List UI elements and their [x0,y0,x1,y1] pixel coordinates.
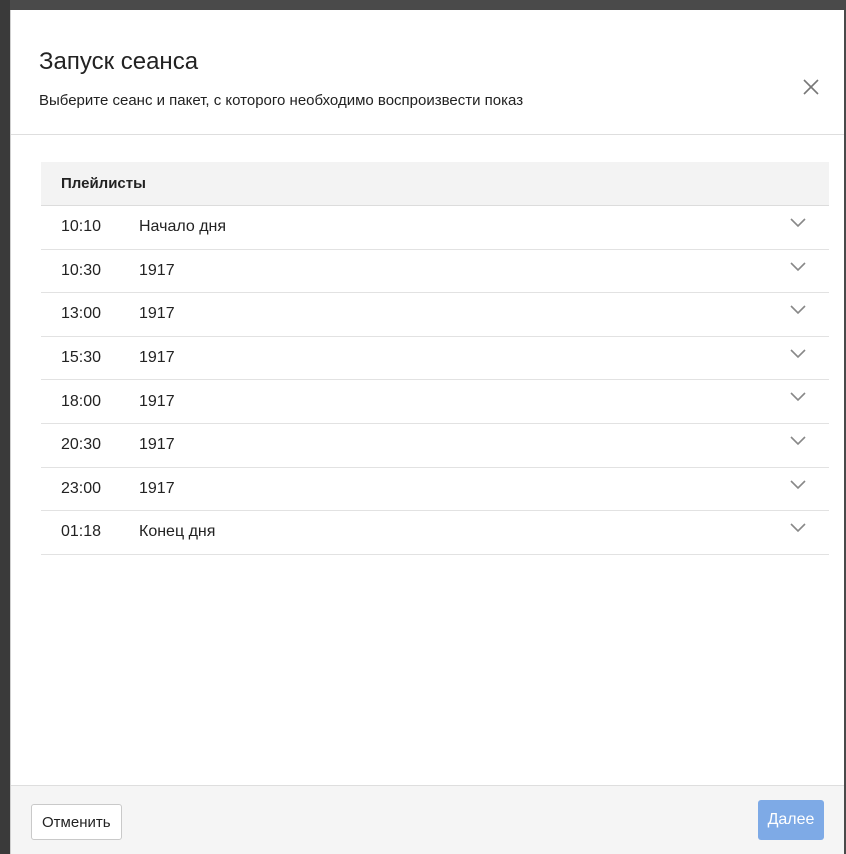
dialog-header: Запуск сеанса Выберите сеанс и пакет, с … [11,10,844,135]
playlist-row[interactable]: 20:30 1917 [41,424,829,468]
dialog-title: Запуск сеанса [39,48,199,75]
close-button[interactable] [800,76,822,98]
chevron-down-icon[interactable] [789,522,807,534]
playlist-row[interactable]: 18:00 1917 [41,380,829,424]
chevron-down-icon[interactable] [789,261,807,273]
row-name: 1917 [139,305,175,323]
playlist-row[interactable]: 10:10 Начало дня [41,206,829,250]
next-button[interactable]: Далее [758,800,824,840]
cancel-button[interactable]: Отменить [31,804,122,840]
row-name: 1917 [139,261,175,279]
row-time: 15:30 [61,349,102,367]
playlist-row[interactable]: 23:00 1917 [41,468,829,512]
row-name: 1917 [139,392,175,410]
row-name: 1917 [139,479,175,497]
row-time: 10:30 [61,261,102,279]
dialog-subtitle: Выберите сеанс и пакет, с которого необх… [39,92,524,109]
chevron-down-icon[interactable] [789,435,807,447]
chevron-down-icon[interactable] [789,479,807,491]
start-session-dialog: Запуск сеанса Выберите сеанс и пакет, с … [10,10,844,854]
playlist-row[interactable]: 13:00 1917 [41,293,829,337]
playlist-row[interactable]: 10:30 1917 [41,250,829,294]
row-time: 10:10 [61,218,102,236]
chevron-down-icon[interactable] [789,348,807,360]
row-name: 1917 [139,436,175,454]
chevron-down-icon[interactable] [789,304,807,316]
chevron-down-icon[interactable] [789,217,807,229]
close-icon [803,79,819,95]
playlist-row[interactable]: 15:30 1917 [41,337,829,381]
row-time: 20:30 [61,436,102,454]
row-time: 01:18 [61,523,102,541]
playlist-header: Плейлисты [41,162,829,206]
row-name: Начало дня [139,218,227,236]
dialog-footer: Отменить Далее [11,785,844,854]
row-time: 23:00 [61,479,102,497]
playlist-table: Плейлисты 10:10 Начало дня 10:30 1917 13… [41,162,829,555]
chevron-down-icon[interactable] [789,391,807,403]
row-time: 13:00 [61,305,102,323]
row-name: Конец дня [139,523,216,541]
row-name: 1917 [139,349,175,367]
playlist-row[interactable]: 01:18 Конец дня [41,511,829,555]
backdrop [0,0,10,854]
row-time: 18:00 [61,392,102,410]
